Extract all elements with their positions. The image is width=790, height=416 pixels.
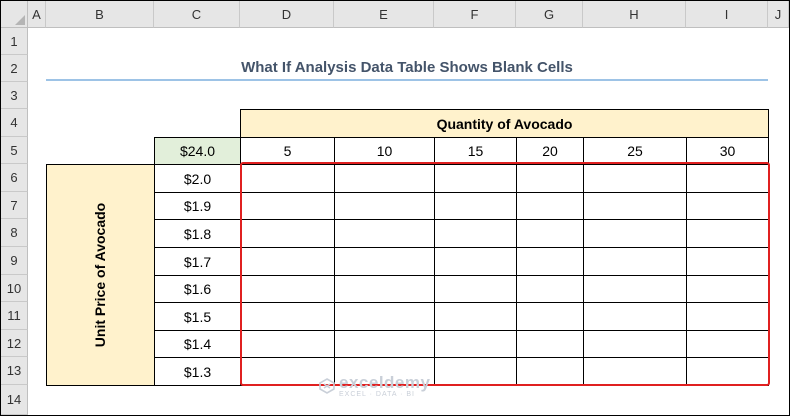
exceldemy-logo-icon <box>319 378 335 394</box>
row-header-5[interactable]: 5 <box>1 137 28 164</box>
column-header-e[interactable]: E <box>334 1 434 28</box>
row-header-7[interactable]: 7 <box>1 192 28 219</box>
row-header-10[interactable]: 10 <box>1 275 28 302</box>
row-header-3[interactable]: 3 <box>1 82 28 109</box>
column-header-j[interactable]: J <box>768 1 789 28</box>
quantity-cell-h5[interactable]: 25 <box>583 137 687 165</box>
quantity-cell-i5[interactable]: 30 <box>686 137 769 165</box>
row-header-13[interactable]: 13 <box>1 357 28 385</box>
price-cell-c9[interactable]: $1.7 <box>154 247 241 276</box>
row-header-11[interactable]: 11 <box>1 302 28 330</box>
select-all-triangle-icon <box>15 15 25 25</box>
column-header-f[interactable]: F <box>434 1 516 28</box>
quantity-cell-e5[interactable]: 10 <box>334 137 435 165</box>
unit-price-label: Unit Price of Avocado <box>46 164 155 386</box>
column-header-i[interactable]: I <box>686 1 768 28</box>
row-header-8[interactable]: 8 <box>1 219 28 247</box>
quantity-cell-f5[interactable]: 15 <box>434 137 517 165</box>
column-header-b[interactable]: B <box>46 1 154 28</box>
sheet-title: What If Analysis Data Table Shows Blank … <box>241 59 573 76</box>
row-header-2[interactable]: 2 <box>1 55 28 82</box>
row-header-6[interactable]: 6 <box>1 164 28 192</box>
row-header-12[interactable]: 12 <box>1 330 28 357</box>
price-cell-c11[interactable]: $1.5 <box>154 302 241 331</box>
quantity-cell-g5[interactable]: 20 <box>516 137 584 165</box>
row-header-4[interactable]: 4 <box>1 109 28 137</box>
column-header-h[interactable]: H <box>583 1 686 28</box>
blank-cells-highlight <box>240 162 770 386</box>
title-underline <box>46 79 768 81</box>
watermark-name: exceldemy <box>339 372 431 392</box>
column-header-d[interactable]: D <box>240 1 334 28</box>
price-cell-c10[interactable]: $1.6 <box>154 275 241 303</box>
price-cell-c12[interactable]: $1.4 <box>154 330 241 358</box>
row-header-14[interactable]: 14 <box>1 385 28 415</box>
row-header-9[interactable]: 9 <box>1 247 28 275</box>
price-cell-c6[interactable]: $2.0 <box>154 164 241 193</box>
row-header-1[interactable]: 1 <box>1 28 28 55</box>
column-header-a[interactable]: A <box>28 1 46 28</box>
watermark: exceldemy EXCEL · DATA · BI <box>319 371 479 401</box>
watermark-tagline: EXCEL · DATA · BI <box>339 390 415 398</box>
column-header-c[interactable]: C <box>154 1 240 28</box>
quantity-cell-d5[interactable]: 5 <box>240 137 335 165</box>
price-cell-c13[interactable]: $1.3 <box>154 357 241 386</box>
unit-price-label-text: Unit Price of Avocado <box>92 202 109 348</box>
watermark-text: exceldemy EXCEL · DATA · BI <box>339 372 431 398</box>
quantity-header: Quantity of Avocado <box>240 109 769 138</box>
spreadsheet: A B C D E F G H I J 1 2 3 4 5 6 7 8 9 10… <box>0 0 790 416</box>
formula-cell[interactable]: $24.0 <box>154 137 241 165</box>
select-all-corner[interactable] <box>1 1 28 28</box>
column-header-g[interactable]: G <box>516 1 583 28</box>
price-cell-c7[interactable]: $1.9 <box>154 192 241 220</box>
price-cell-c8[interactable]: $1.8 <box>154 219 241 248</box>
